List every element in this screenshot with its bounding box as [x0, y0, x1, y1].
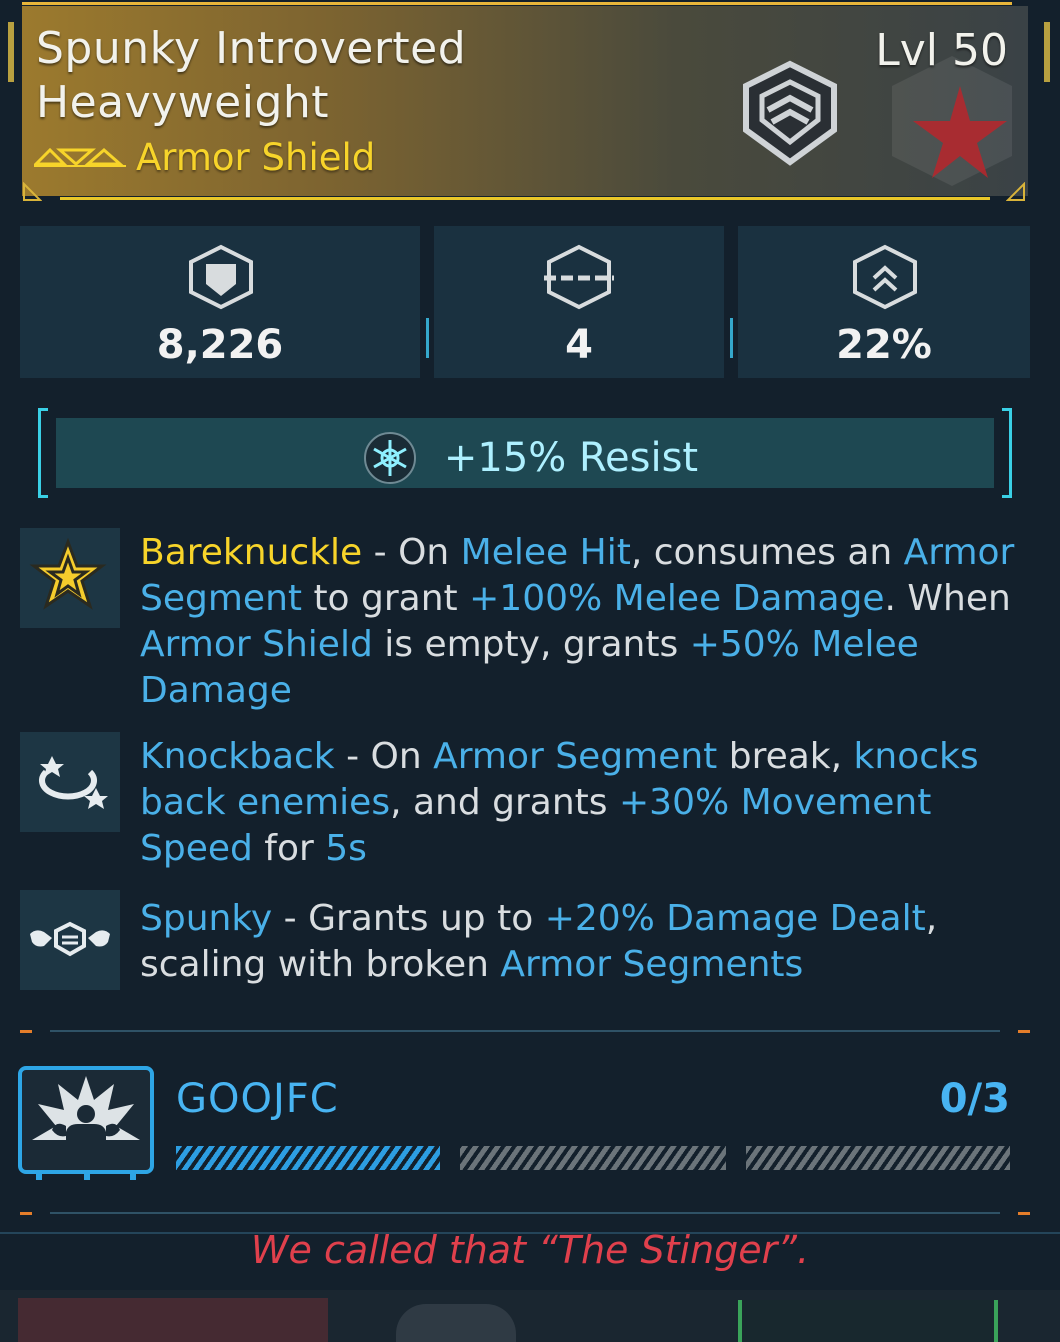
flex-arms-icon [30, 921, 110, 957]
rarity-chevrons-icon [34, 147, 126, 167]
badge-foot-mark [84, 1172, 90, 1180]
resist-frame-bottom [38, 495, 1012, 498]
header-edge-mark-right [1044, 22, 1050, 82]
header-bottom-border [60, 197, 990, 200]
perk-text-part: - On [362, 532, 461, 573]
perk-icon-frame [20, 732, 120, 832]
header-corner-right [1006, 182, 1025, 201]
challenge-progress-segment [460, 1146, 726, 1170]
perk-text-part: Knockback [140, 736, 335, 777]
underlying-panel [396, 1304, 516, 1342]
perk-text-part: 5s [325, 828, 367, 869]
perk-text-part: Armor Segment [433, 736, 718, 777]
item-level: Lvl 50 [875, 25, 1008, 76]
separator [50, 1212, 1000, 1214]
perk-text-part: Bareknuckle [140, 532, 363, 573]
perk-description: Bareknuckle - On Melee Hit, consumes an … [140, 530, 1030, 714]
underlying-panel [18, 1298, 328, 1342]
stat-divider [730, 318, 733, 358]
perk-text-part: . When [884, 578, 1011, 619]
stat-capacity-value: 8,226 [156, 322, 284, 368]
perk-text-part: - On [334, 736, 434, 777]
item-type-row: Armor Shield [34, 135, 376, 179]
badge-foot-mark [36, 1172, 42, 1180]
perk-text-part: Armor Segments [500, 944, 804, 985]
challenge-progress: 0/3 [939, 1076, 1010, 1122]
resist-row: +15% Resist [0, 430, 1060, 486]
perk-text-part: is empty, grants [372, 624, 690, 665]
separator-tick [1018, 1030, 1030, 1033]
item-name-line1: Spunky Introverted [36, 23, 467, 74]
header-edge-mark-left [8, 22, 14, 82]
badge-foot-mark [130, 1172, 136, 1180]
stat-divider [426, 318, 429, 358]
perk-text-part: to grant [302, 578, 470, 619]
armor-segment-icon [544, 244, 614, 310]
item-name-line2: Heavyweight [36, 77, 330, 128]
cryo-icon [363, 432, 416, 484]
perk-text-part: , and grants [390, 782, 619, 823]
resist-chevron-icon [853, 244, 917, 310]
underlying-ui-strip [0, 1290, 1060, 1342]
separator-tick [1018, 1212, 1030, 1215]
armor-shield-emblem [743, 60, 837, 166]
perk-text-part: +100% Melee Damage [469, 578, 885, 619]
shield-icon [189, 244, 253, 310]
perk-text-part: - Grants up to [272, 898, 545, 939]
header-corner-left [23, 182, 42, 201]
challenge-progress-segment [176, 1146, 440, 1170]
challenge-name: GOOJFC [176, 1076, 339, 1122]
stat-resist-value: 22% [836, 322, 932, 368]
challenge-progress-segment [746, 1146, 1010, 1170]
item-type: Armor Shield [136, 135, 376, 179]
perk-icon-frame [20, 528, 120, 628]
resist-frame-top [38, 408, 1012, 411]
separator-tick [20, 1030, 32, 1033]
perk-icon-frame [20, 890, 120, 990]
challenge-badge [18, 1066, 154, 1174]
stat-segments-value: 4 [565, 322, 593, 368]
underlying-panel [738, 1300, 998, 1342]
flavor-text: We called that “The Stinger”. [250, 1228, 810, 1272]
knockback-icon [39, 756, 108, 809]
separator-tick [20, 1212, 32, 1215]
perk-description: Spunky - Grants up to +20% Damage Dealt,… [140, 896, 1030, 988]
perk-text-part: Melee Hit [460, 532, 631, 573]
perk-description: Knockback - On Armor Segment break, knoc… [140, 734, 1030, 872]
item-name: Spunky Introverted Heavyweight [36, 22, 466, 130]
power-burst-icon [32, 1076, 140, 1150]
star-icon [29, 537, 107, 610]
resist-text: +15% Resist [443, 435, 699, 481]
perk-text-part: break, [717, 736, 854, 777]
perk-text-part: , consumes an [630, 532, 904, 573]
perk-text-part: for [252, 828, 326, 869]
perk-text-part: Armor Shield [140, 624, 373, 665]
header-top-border [22, 2, 1012, 5]
separator [50, 1030, 1000, 1032]
perk-text-part: +20% Damage Dealt [544, 898, 926, 939]
perk-text-part: Spunky [140, 898, 273, 939]
